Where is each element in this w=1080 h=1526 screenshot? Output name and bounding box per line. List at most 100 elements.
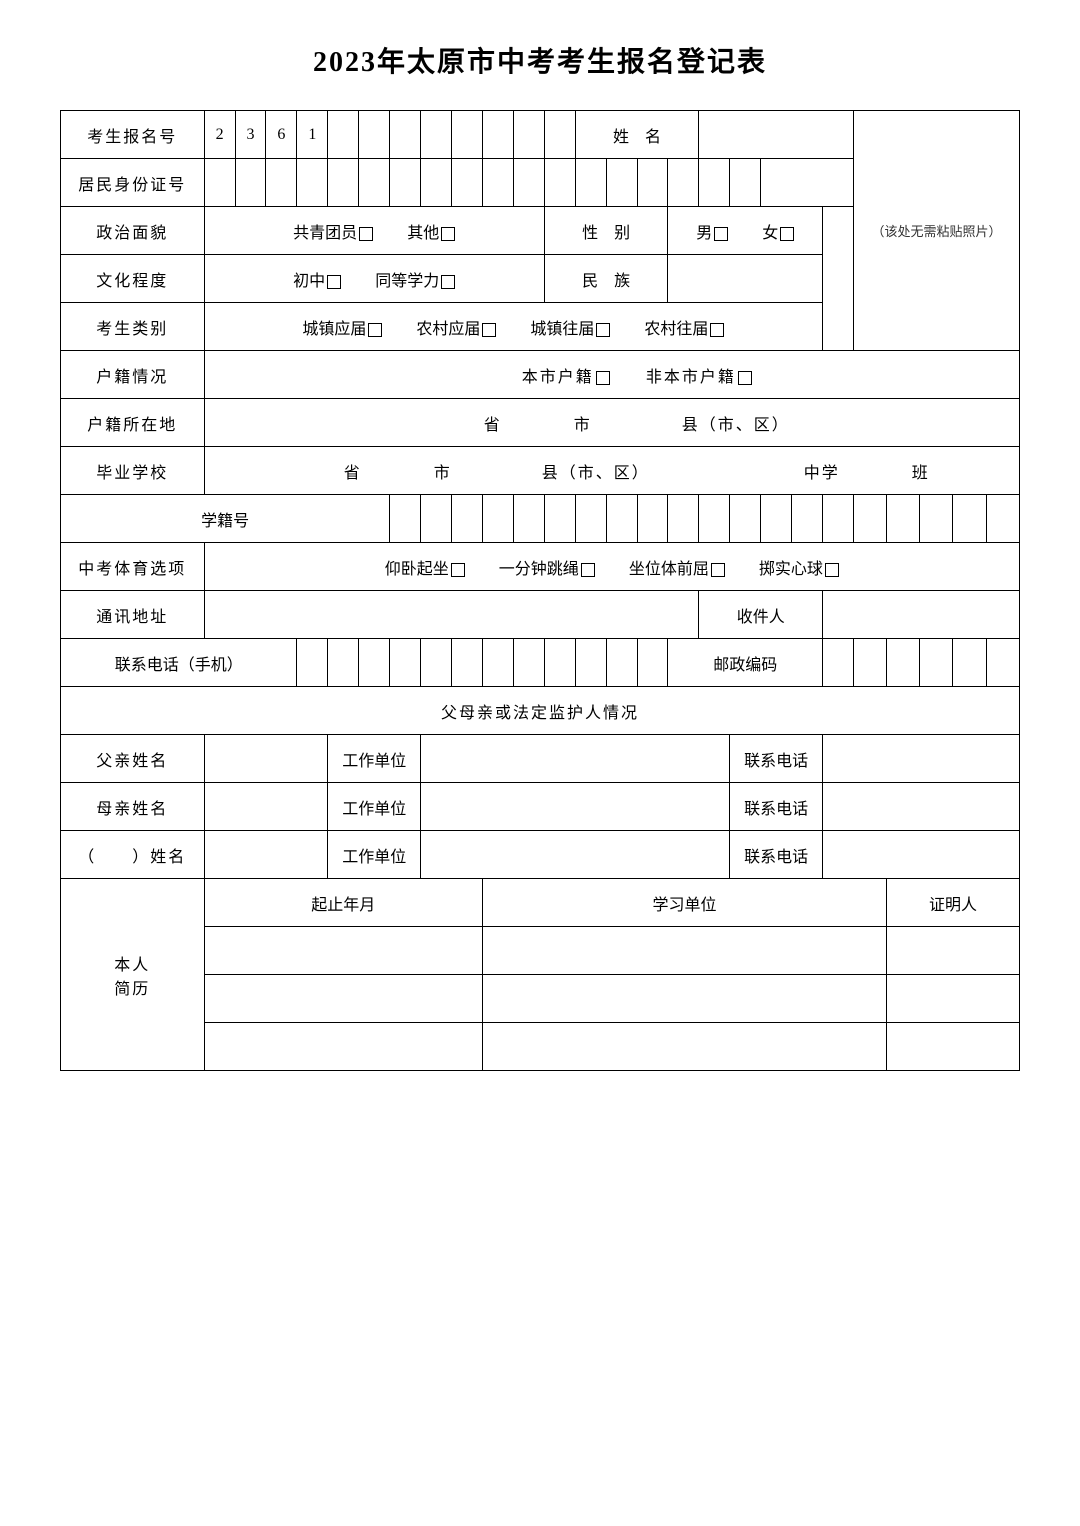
education-options[interactable]: 初中 同等学力: [204, 255, 544, 303]
student-id-digit[interactable]: [986, 495, 1019, 543]
id-digit[interactable]: [482, 159, 513, 207]
id-digit[interactable]: [699, 159, 730, 207]
address-value[interactable]: [204, 591, 699, 639]
student-id-digit[interactable]: [482, 495, 513, 543]
other-phone-value[interactable]: [823, 831, 1020, 879]
category-options[interactable]: 城镇应届 农村应届 城镇往届 农村往届: [204, 303, 822, 351]
id-digit[interactable]: [421, 159, 452, 207]
checkbox-icon[interactable]: [825, 563, 839, 577]
father-work-value[interactable]: [421, 735, 730, 783]
name-value[interactable]: [699, 111, 854, 159]
digit-cell[interactable]: 1: [297, 111, 328, 159]
mother-phone-value[interactable]: [823, 783, 1020, 831]
checkbox-icon[interactable]: [780, 227, 794, 241]
postal-digit[interactable]: [986, 639, 1019, 687]
resume-witness[interactable]: [887, 927, 1020, 975]
digit-cell[interactable]: [390, 111, 421, 159]
father-name-value[interactable]: [204, 735, 328, 783]
id-digit[interactable]: [297, 159, 328, 207]
student-id-digit[interactable]: [637, 495, 668, 543]
id-digit[interactable]: [359, 159, 390, 207]
resume-study-unit[interactable]: [482, 927, 886, 975]
student-id-digit[interactable]: [920, 495, 953, 543]
resume-witness[interactable]: [887, 1023, 1020, 1071]
checkbox-icon[interactable]: [441, 227, 455, 241]
postal-digit[interactable]: [853, 639, 886, 687]
household-options[interactable]: 本市户籍 非本市户籍: [204, 351, 1019, 399]
digit-cell[interactable]: 6: [266, 111, 297, 159]
id-digit-extra[interactable]: [761, 159, 854, 207]
other-name-value[interactable]: [204, 831, 328, 879]
id-digit[interactable]: [390, 159, 421, 207]
digit-cell[interactable]: [359, 111, 390, 159]
student-id-digit[interactable]: [668, 495, 699, 543]
phone-digit[interactable]: [544, 639, 575, 687]
digit-cell[interactable]: 2: [204, 111, 235, 159]
id-digit[interactable]: [637, 159, 668, 207]
mother-name-value[interactable]: [204, 783, 328, 831]
student-id-digit[interactable]: [390, 495, 421, 543]
checkbox-icon[interactable]: [327, 275, 341, 289]
checkbox-icon[interactable]: [596, 323, 610, 337]
phone-digit[interactable]: [359, 639, 390, 687]
checkbox-icon[interactable]: [710, 323, 724, 337]
student-id-digit[interactable]: [421, 495, 452, 543]
student-id-digit[interactable]: [730, 495, 761, 543]
digit-cell[interactable]: [421, 111, 452, 159]
recipient-value[interactable]: [823, 591, 1020, 639]
checkbox-icon[interactable]: [738, 371, 752, 385]
phone-digit[interactable]: [328, 639, 359, 687]
student-id-digit[interactable]: [823, 495, 854, 543]
student-id-digit[interactable]: [953, 495, 986, 543]
checkbox-icon[interactable]: [711, 563, 725, 577]
postal-digit[interactable]: [887, 639, 920, 687]
phone-digit[interactable]: [452, 639, 483, 687]
resume-period[interactable]: [204, 975, 482, 1023]
digit-cell[interactable]: [328, 111, 359, 159]
id-digit[interactable]: [452, 159, 483, 207]
phone-digit[interactable]: [297, 639, 328, 687]
student-id-digit[interactable]: [606, 495, 637, 543]
student-id-digit[interactable]: [761, 495, 792, 543]
student-id-digit[interactable]: [853, 495, 886, 543]
student-id-digit[interactable]: [699, 495, 730, 543]
student-id-digit[interactable]: [544, 495, 575, 543]
ethnicity-value[interactable]: [668, 255, 823, 303]
digit-cell[interactable]: [513, 111, 544, 159]
student-id-digit[interactable]: [452, 495, 483, 543]
phone-digit[interactable]: [575, 639, 606, 687]
postal-digit[interactable]: [823, 639, 854, 687]
checkbox-icon[interactable]: [441, 275, 455, 289]
mother-work-value[interactable]: [421, 783, 730, 831]
checkbox-icon[interactable]: [368, 323, 382, 337]
digit-cell[interactable]: [482, 111, 513, 159]
digit-cell[interactable]: [544, 111, 575, 159]
phone-digit[interactable]: [390, 639, 421, 687]
checkbox-icon[interactable]: [451, 563, 465, 577]
student-id-digit[interactable]: [575, 495, 606, 543]
id-digit[interactable]: [730, 159, 761, 207]
resume-period[interactable]: [204, 927, 482, 975]
id-digit[interactable]: [266, 159, 297, 207]
checkbox-icon[interactable]: [596, 371, 610, 385]
student-id-digit[interactable]: [887, 495, 920, 543]
resume-study-unit[interactable]: [482, 975, 886, 1023]
phone-digit[interactable]: [513, 639, 544, 687]
checkbox-icon[interactable]: [581, 563, 595, 577]
id-digit[interactable]: [235, 159, 266, 207]
id-digit[interactable]: [328, 159, 359, 207]
id-digit[interactable]: [544, 159, 575, 207]
other-work-value[interactable]: [421, 831, 730, 879]
id-digit[interactable]: [513, 159, 544, 207]
postal-digit[interactable]: [920, 639, 953, 687]
phone-digit[interactable]: [637, 639, 668, 687]
phone-digit[interactable]: [421, 639, 452, 687]
gender-options[interactable]: 男 女: [668, 207, 823, 255]
father-phone-value[interactable]: [823, 735, 1020, 783]
id-digit[interactable]: [204, 159, 235, 207]
id-digit[interactable]: [575, 159, 606, 207]
id-digit[interactable]: [606, 159, 637, 207]
household-loc-value[interactable]: 省 市 县（市、区）: [204, 399, 1019, 447]
digit-cell[interactable]: [452, 111, 483, 159]
student-id-digit[interactable]: [513, 495, 544, 543]
